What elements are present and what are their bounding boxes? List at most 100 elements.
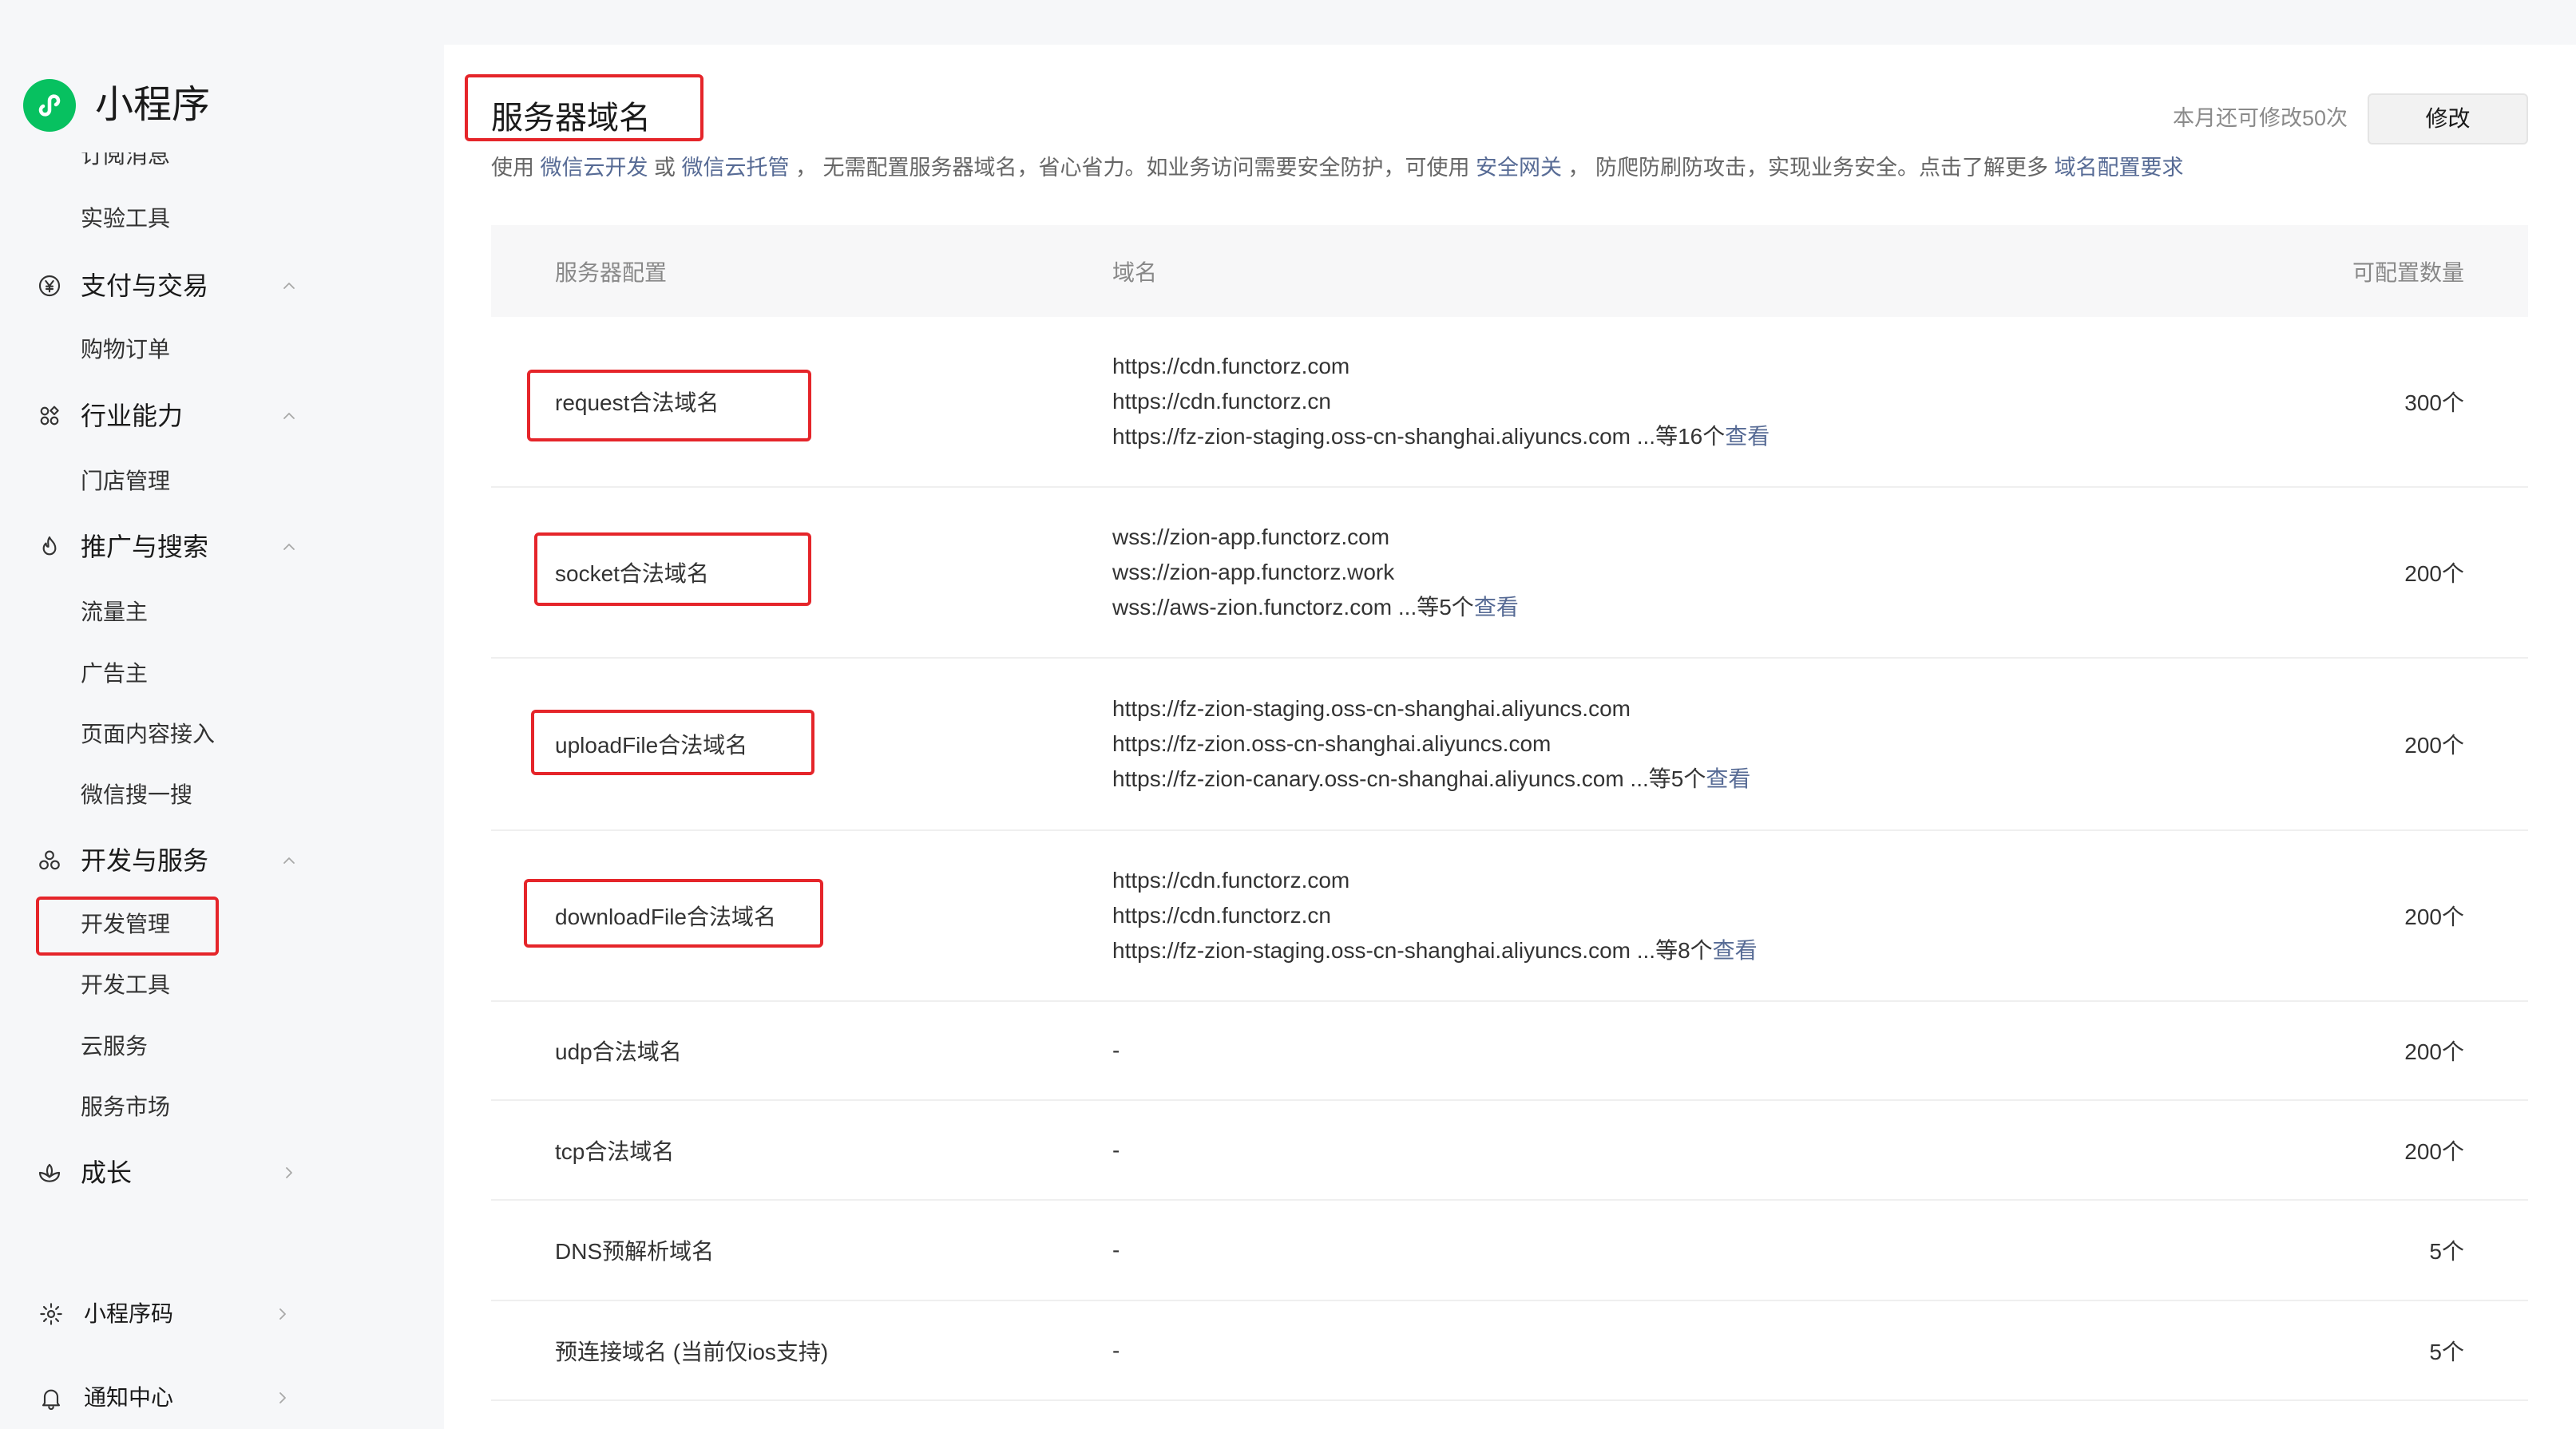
- config-count: 5个: [2429, 1239, 2464, 1264]
- domain: wss://zion-app.functorz.work: [1112, 560, 1395, 584]
- main-panel: 服务器域名 本月还可修改50次 修改 使用 微信云开发 或 微信云托管 ， 无需…: [444, 45, 2576, 1429]
- domain: https://fz-zion-staging.oss-cn-shanghai.…: [1112, 424, 1631, 449]
- sidebar-group-growth[interactable]: 成长: [0, 1149, 444, 1197]
- sidebar-item-advertiser[interactable]: 广告主: [0, 650, 444, 698]
- sidebar-item-label: 页面内容接入: [81, 722, 216, 746]
- page-description: 使用 微信云开发 或 微信云托管 ， 无需配置服务器域名，省心省力。如业务访问需…: [491, 152, 2184, 184]
- sidebar-item-dev-tools[interactable]: 开发工具: [0, 961, 444, 1009]
- chevron-up-icon[interactable]: [279, 537, 299, 556]
- sidebar-item-label: 开发管理: [81, 912, 171, 936]
- wechat-cloud-hosting-link[interactable]: 微信云托管: [682, 156, 790, 180]
- bell-icon: [42, 1389, 61, 1410]
- domain-last-line: https://fz-zion-canary.oss-cn-shanghai.a…: [1112, 762, 2209, 797]
- config-name: tcp合法域名: [555, 1138, 675, 1164]
- sidebar-item-service-market[interactable]: 服务市场: [0, 1083, 444, 1131]
- sidebar-item-label: 流量主: [81, 600, 149, 624]
- config-count: 5个: [2429, 1339, 2464, 1364]
- chevron-up-icon[interactable]: [279, 406, 299, 426]
- domain-last-line: https://fz-zion-staging.oss-cn-shanghai.…: [1112, 419, 2209, 454]
- flame-icon: [42, 536, 57, 556]
- sidebar-item-traffic-host[interactable]: 流量主: [0, 588, 444, 636]
- table-row: downloadFile合法域名 https://cdn.functorz.co…: [491, 831, 2528, 1002]
- chevron-up-icon[interactable]: [279, 851, 299, 870]
- domain: -: [1112, 1337, 1120, 1363]
- sidebar-item-page-content-access[interactable]: 页面内容接入: [0, 711, 444, 758]
- table-header: 服务器配置 域名 可配置数量: [491, 225, 2528, 317]
- domain: https://cdn.functorz.com: [1112, 354, 1350, 378]
- sidebar-item-wechat-search[interactable]: 微信搜一搜: [0, 771, 444, 819]
- sidebar-item-lab-tools[interactable]: 实验工具: [0, 195, 444, 243]
- description-text: 或: [648, 156, 682, 180]
- yen-circle-icon: [38, 275, 61, 297]
- sidebar-item-label: 云服务: [81, 1034, 149, 1059]
- sidebar-footer-mini-program-code[interactable]: 小程序码: [0, 1290, 444, 1338]
- config-name: uploadFile合法域名: [555, 733, 748, 758]
- sidebar-item-label: 开发工具: [81, 972, 171, 997]
- column-header-config: 服务器配置: [555, 259, 668, 285]
- domain-config-requirements-link[interactable]: 域名配置要求: [2055, 156, 2184, 180]
- table-row: tcp合法域名 - 200个: [491, 1101, 2528, 1201]
- edit-button[interactable]: 修改: [2368, 93, 2528, 144]
- sidebar-item-shopping-orders[interactable]: 购物订单: [0, 326, 444, 374]
- config-name: socket合法域名: [555, 561, 709, 586]
- sidebar-footer-notification-center[interactable]: 通知中心: [0, 1374, 444, 1422]
- sidebar-group-promotion-search[interactable]: 推广与搜索: [0, 523, 444, 571]
- sidebar-item-store-management[interactable]: 门店管理: [0, 457, 444, 505]
- view-all-link[interactable]: 查看: [1713, 938, 1758, 963]
- domain: https://cdn.functorz.cn: [1112, 903, 1331, 928]
- sidebar-item-cloud-services[interactable]: 云服务: [0, 1023, 444, 1071]
- config-name: 预连接域名 (当前仅ios支持): [555, 1339, 829, 1364]
- chevron-right-icon[interactable]: [279, 1163, 299, 1182]
- chevron-up-icon[interactable]: [279, 276, 299, 295]
- config-count: 200个: [2404, 1039, 2464, 1064]
- view-all-link[interactable]: 查看: [1474, 595, 1519, 619]
- sidebar-group-industry[interactable]: 行业能力: [0, 392, 444, 440]
- domain: https://cdn.functorz.cn: [1112, 389, 1331, 414]
- domain: https://fz-zion-canary.oss-cn-shanghai.a…: [1112, 766, 1624, 791]
- sidebar-item-dev-management[interactable]: 开发管理: [0, 901, 444, 948]
- config-name: request合法域名: [555, 390, 719, 415]
- industry-icon: [40, 406, 59, 426]
- modify-quota-text: 本月还可修改50次: [2172, 106, 2348, 130]
- mini-program-code-icon: [40, 1303, 62, 1325]
- description-text: 使用: [491, 156, 541, 180]
- chevron-right-icon[interactable]: [273, 1388, 292, 1407]
- sidebar-group-label: 支付与交易: [81, 271, 209, 300]
- table-row: 预连接域名 (当前仅ios支持) - 5个: [491, 1301, 2528, 1401]
- view-all-link[interactable]: 查看: [1725, 424, 1770, 449]
- sidebar-footer-label: 通知中心: [84, 1385, 174, 1410]
- domain: -: [1112, 1237, 1120, 1262]
- sidebar-item-label: 订阅消息: [81, 152, 171, 168]
- table-row: uploadFile合法域名 https://fz-zion-staging.o…: [491, 659, 2528, 831]
- view-all-link[interactable]: 查看: [1706, 766, 1750, 791]
- more-count: ...等16个: [1636, 424, 1726, 449]
- sidebar-group-dev-services[interactable]: 开发与服务: [0, 837, 444, 885]
- config-count: 200个: [2404, 733, 2464, 758]
- domain-list: wss://zion-app.functorz.com wss://zion-a…: [1112, 520, 2209, 625]
- wechat-cloud-dev-link[interactable]: 微信云开发: [541, 156, 648, 180]
- dev-services-icon: [39, 850, 60, 870]
- table-row: DNS预解析域名 - 5个: [491, 1201, 2528, 1301]
- domain: https://fz-zion-staging.oss-cn-shanghai.…: [1112, 696, 1631, 721]
- table-row: request合法域名 https://cdn.functorz.com htt…: [491, 317, 2528, 488]
- sidebar-item-label: 购物订单: [81, 337, 171, 362]
- config-count: 300个: [2404, 390, 2464, 415]
- domain: https://fz-zion-staging.oss-cn-shanghai.…: [1112, 938, 1631, 963]
- chevron-right-icon[interactable]: [273, 1304, 292, 1324]
- page-title: 服务器域名: [491, 101, 651, 136]
- sidebar-item-subscribe-messages[interactable]: 订阅消息: [0, 152, 444, 180]
- security-gateway-link[interactable]: 安全网关: [1476, 156, 1562, 180]
- sidebar-group-label: 推广与搜索: [81, 532, 209, 561]
- server-domain-table: 服务器配置 域名 可配置数量 request合法域名 https://cdn.f…: [491, 225, 2528, 1401]
- domain-list: https://fz-zion-staging.oss-cn-shanghai.…: [1112, 691, 2209, 797]
- domain: https://fz-zion.oss-cn-shanghai.aliyuncs…: [1112, 731, 1552, 756]
- sidebar-group-payment[interactable]: 支付与交易: [0, 262, 444, 310]
- domain: wss://aws-zion.functorz.com: [1112, 595, 1393, 619]
- sidebar-item-label: 门店管理: [81, 469, 171, 493]
- sidebar-nav[interactable]: 订阅消息 实验工具 支付与交易 购物订单 行业能力 门店管理 推广与搜索 流量主…: [0, 152, 444, 1222]
- domain: -: [1112, 1137, 1120, 1162]
- domain-last-line: wss://aws-zion.functorz.com ...等5个查看: [1112, 590, 2209, 625]
- config-count: 200个: [2404, 561, 2464, 586]
- sidebar-footer-label: 小程序码: [84, 1301, 174, 1326]
- sidebar-group-label: 行业能力: [81, 402, 184, 430]
